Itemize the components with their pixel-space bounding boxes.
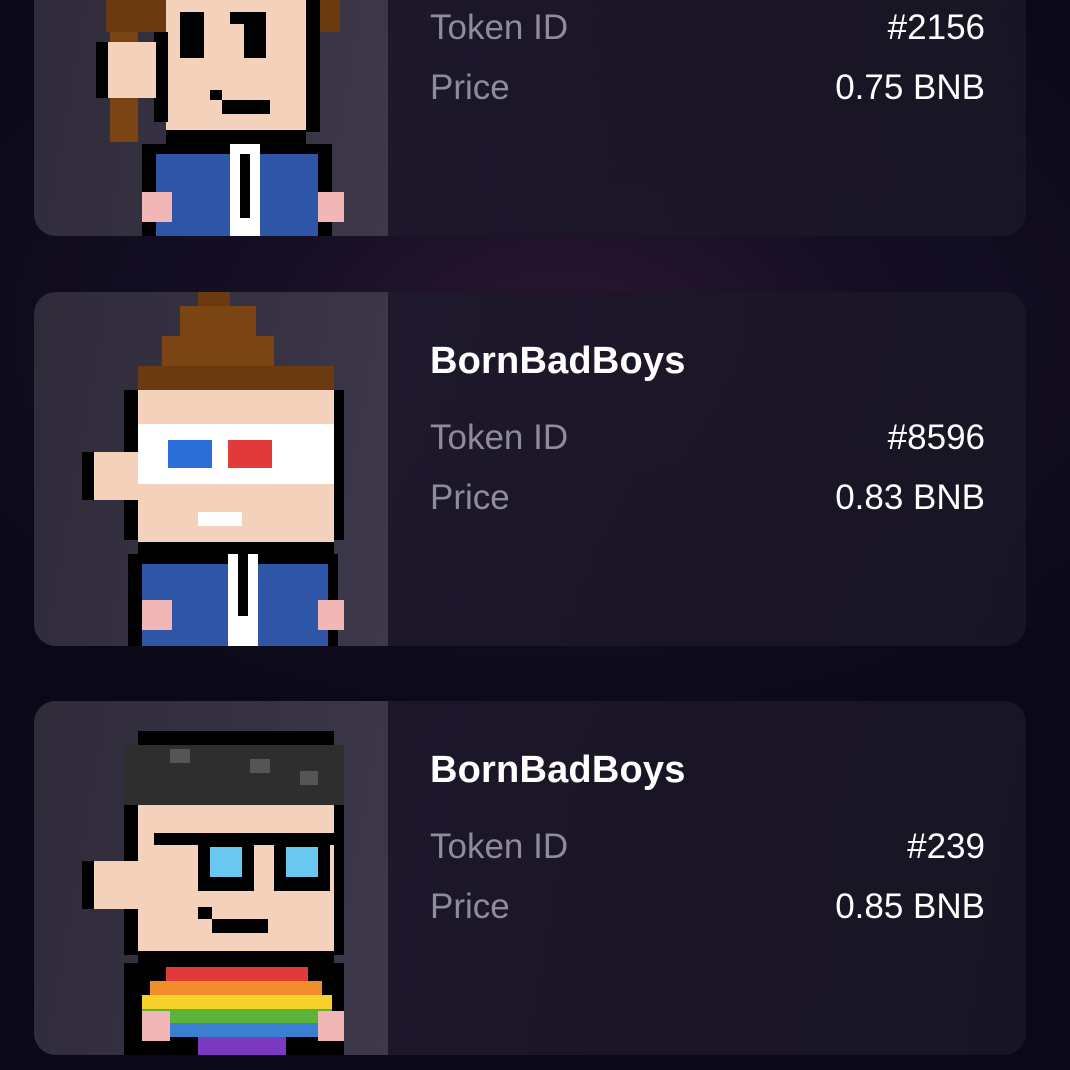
token-id-label: Token ID <box>430 827 569 866</box>
price-row: Price 0.85 BNB <box>430 887 985 931</box>
nft-thumbnail <box>34 292 388 646</box>
nft-card[interactable]: BornBadBoys Token ID #8596 Price 0.83 BN… <box>34 292 1026 646</box>
price-label: Price <box>430 478 510 517</box>
price-label: Price <box>430 887 510 926</box>
nft-thumbnail <box>34 0 388 236</box>
pixel-avatar-rainbow-shirt-image <box>82 731 344 1055</box>
collection-name: BornBadBoys <box>430 749 686 791</box>
token-id-label: Token ID <box>430 8 569 47</box>
token-id-row: Token ID #2156 <box>430 8 985 52</box>
price-value: 0.85 BNB <box>835 887 985 926</box>
price-value: 0.75 BNB <box>835 68 985 107</box>
nft-thumbnail <box>34 701 388 1055</box>
price-row: Price 0.75 BNB <box>430 68 985 112</box>
collection-name: BornBadBoys <box>430 340 686 382</box>
nft-card[interactable]: Token ID #2156 Price 0.75 BNB <box>34 0 1026 236</box>
token-id-row: Token ID #8596 <box>430 418 985 462</box>
pixel-avatar-brown-hair-image <box>96 0 344 236</box>
price-row: Price 0.83 BNB <box>430 478 985 522</box>
token-id-value: #8596 <box>887 418 985 457</box>
token-id-label: Token ID <box>430 418 569 457</box>
price-value: 0.83 BNB <box>835 478 985 517</box>
token-id-value: #239 <box>907 827 985 866</box>
nft-card[interactable]: BornBadBoys Token ID #239 Price 0.85 BNB <box>34 701 1026 1055</box>
token-id-row: Token ID #239 <box>430 827 985 871</box>
price-label: Price <box>430 68 510 107</box>
token-id-value: #2156 <box>887 8 985 47</box>
pixel-avatar-3d-glasses-image <box>82 292 344 646</box>
